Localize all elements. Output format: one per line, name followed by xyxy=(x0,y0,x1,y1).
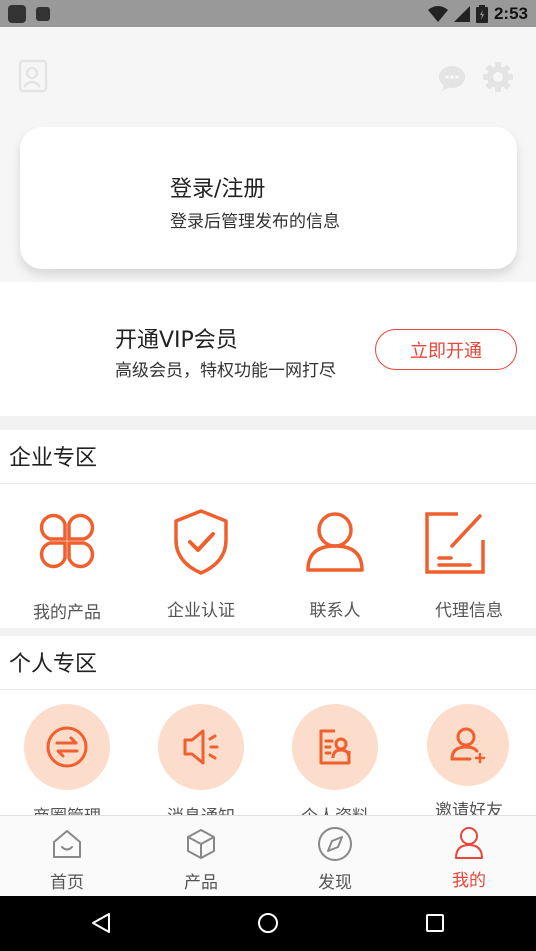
my-products-button[interactable]: 我的产品 xyxy=(0,484,134,628)
person-icon xyxy=(306,512,364,572)
contacts-label: 联系人 xyxy=(309,601,361,621)
tab-mine-label: 我的 xyxy=(452,871,486,891)
cube-icon xyxy=(187,829,215,859)
home-icon xyxy=(53,830,81,858)
profile-card-icon xyxy=(319,729,351,765)
my-products-label: 我的产品 xyxy=(33,603,101,623)
section-separator xyxy=(0,416,536,430)
personal-info-icon-bg xyxy=(292,704,378,790)
tab-home-label: 首页 xyxy=(50,873,84,893)
personal-info-label: 个人资料 xyxy=(268,802,402,815)
back-icon[interactable] xyxy=(90,912,112,934)
tab-discover[interactable]: 发现 xyxy=(268,816,402,897)
app-notification-icon xyxy=(8,4,26,23)
shield-check-icon xyxy=(174,509,228,575)
scan-card-icon[interactable] xyxy=(16,59,48,93)
tab-products-label: 产品 xyxy=(184,873,218,893)
add-user-icon xyxy=(450,727,486,764)
login-subtitle: 登录后管理发布的信息 xyxy=(170,212,340,232)
tab-home[interactable]: 首页 xyxy=(0,816,134,897)
invite-friends-icon-bg xyxy=(427,704,509,786)
settings-icon[interactable] xyxy=(482,61,514,93)
system-navigation-bar xyxy=(0,896,536,951)
invite-friends-label: 邀请好友 xyxy=(435,801,503,815)
vip-banner: 开通VIP会员 高级会员，特权功能一网打尽 立即开通 xyxy=(0,282,536,416)
message-notification-icon xyxy=(36,6,50,21)
enterprise-section-title: 企业专区 xyxy=(9,446,98,471)
exchange-icon xyxy=(46,726,88,768)
login-title: 登录/注册 xyxy=(170,177,266,202)
clover-icon xyxy=(39,513,95,569)
notifications-label: 消息通知 xyxy=(134,802,268,815)
business-circle-label: 商圈管理 xyxy=(0,802,134,815)
edit-note-icon xyxy=(425,512,485,574)
wifi-icon xyxy=(427,5,448,22)
open-vip-button[interactable]: 立即开通 xyxy=(375,329,517,370)
invite-friends-button[interactable]: 邀请好友 xyxy=(402,690,536,815)
personal-info-button[interactable]: 个人资料 xyxy=(268,690,402,815)
section-separator xyxy=(0,628,536,636)
status-time: 2:53 xyxy=(493,3,528,23)
login-card[interactable]: 登录/注册 登录后管理发布的信息 xyxy=(20,127,517,269)
vip-subtitle: 高级会员，特权功能一网打尽 xyxy=(115,361,336,381)
bottom-tab-bar: 首页 产品 发现 我的 xyxy=(0,815,536,896)
contacts-button[interactable]: 联系人 xyxy=(268,484,402,628)
enterprise-certification-label: 企业认证 xyxy=(167,601,235,621)
personal-section-title: 个人专区 xyxy=(9,652,98,677)
business-circle-button[interactable]: 商圈管理 xyxy=(0,690,134,815)
tab-products[interactable]: 产品 xyxy=(134,816,268,897)
recents-icon[interactable] xyxy=(425,913,445,933)
notifications-icon-bg xyxy=(158,704,244,790)
agent-info-label: 代理信息 xyxy=(435,601,503,621)
speaker-icon xyxy=(183,729,219,765)
signal-icon xyxy=(453,5,470,22)
tab-discover-label: 发现 xyxy=(318,873,352,893)
home-circle-icon[interactable] xyxy=(257,912,279,934)
user-icon xyxy=(455,827,483,859)
battery-icon xyxy=(475,4,488,23)
compass-icon xyxy=(318,827,352,861)
status-bar: 2:53 xyxy=(0,0,536,27)
vip-title: 开通VIP会员 xyxy=(115,328,238,353)
profile-header: 登录/注册 登录后管理发布的信息 xyxy=(0,27,536,282)
tab-mine[interactable]: 我的 xyxy=(402,816,536,897)
business-circle-icon-bg xyxy=(24,704,110,790)
agent-info-button[interactable]: 代理信息 xyxy=(402,484,536,628)
chat-icon[interactable] xyxy=(438,65,466,91)
enterprise-certification-button[interactable]: 企业认证 xyxy=(134,484,268,628)
notifications-button[interactable]: 消息通知 xyxy=(134,690,268,815)
